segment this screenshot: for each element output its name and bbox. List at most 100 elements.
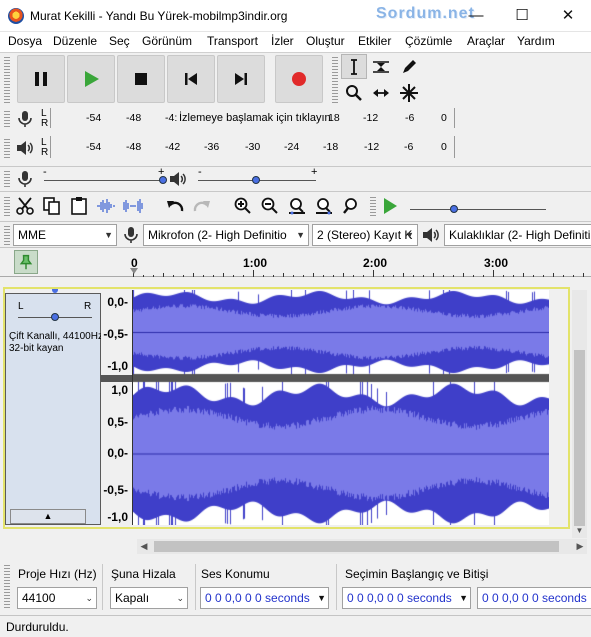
pan-knob[interactable]	[51, 313, 59, 321]
mixer-grip[interactable]	[4, 170, 10, 188]
collapse-track-button[interactable]: ▲	[10, 509, 86, 524]
fit-project-button[interactable]	[312, 194, 336, 218]
menu-gorunum[interactable]: Görünüm	[142, 34, 192, 48]
copy-button[interactable]	[40, 194, 64, 218]
speaker-icon[interactable]	[15, 138, 35, 158]
multi-tool-button[interactable]	[396, 80, 422, 105]
vertical-scrollbar[interactable]: ▼	[572, 290, 587, 538]
menu-etkiler[interactable]: Etkiler	[358, 34, 391, 48]
draw-tool-button[interactable]	[396, 54, 422, 79]
record-meter-grip[interactable]	[4, 110, 10, 128]
edit-toolbar-grip[interactable]	[4, 196, 10, 216]
vertical-scroll-thumb[interactable]	[574, 350, 585, 526]
chevron-down-icon[interactable]: ▼	[317, 588, 326, 608]
record-volume-knob[interactable]	[159, 176, 167, 184]
maximize-button[interactable]: ☐	[499, 0, 545, 31]
menu-yardim[interactable]: Yardım	[517, 34, 555, 48]
cut-button[interactable]	[13, 194, 37, 218]
menu-olustur[interactable]: Oluştur	[306, 34, 345, 48]
selection-start-value: 0 0 0,0 0 0 seconds	[347, 591, 452, 605]
device-toolbar-grip[interactable]	[4, 225, 10, 245]
vertical-amplitude-ruler[interactable]: 0,0- -0,5- -1,0 1,0 0,5- 0,0- -0,5- -1,0	[101, 290, 133, 525]
selection-toolbar-grip[interactable]	[4, 564, 10, 610]
selection-end-field[interactable]: 0 0 0,0 0 0 seconds	[477, 587, 591, 609]
play-speed-slider[interactable]	[410, 205, 546, 213]
audio-position-field[interactable]: 0 0 0,0 0 0 seconds ▼	[200, 587, 329, 609]
play-meter-grip[interactable]	[4, 138, 10, 158]
zoom-in-icon	[234, 197, 251, 214]
skip-to-end-button[interactable]	[217, 55, 265, 103]
pause-button[interactable]	[17, 55, 65, 103]
skip-to-start-button[interactable]	[167, 55, 215, 103]
envelope-tool-button[interactable]	[368, 54, 394, 79]
recording-device-select[interactable]: Mikrofon (2- High Definitio ▼	[143, 224, 309, 246]
waveform-canvas[interactable]	[133, 290, 549, 525]
menu-sec[interactable]: Seç	[109, 34, 130, 48]
play-volume-slider[interactable]	[198, 176, 316, 184]
status-bar: Durduruldu.	[0, 615, 591, 637]
horizontal-scrollbar[interactable]: ◀ ▶	[137, 539, 587, 554]
silence-button[interactable]	[121, 194, 145, 218]
waveform-area[interactable]	[133, 290, 549, 525]
zoom-out-button[interactable]	[258, 194, 282, 218]
selection-tool-button[interactable]	[341, 54, 367, 79]
selection-start-field[interactable]: 0 0 0,0 0 0 seconds ▼	[342, 587, 471, 609]
redo-button[interactable]	[190, 194, 214, 218]
record-button[interactable]	[275, 55, 323, 103]
pin-playhead-button[interactable]	[14, 250, 38, 274]
pan-slider[interactable]	[18, 313, 92, 321]
microphone-icon[interactable]	[15, 109, 35, 129]
play-at-speed-grip[interactable]	[370, 196, 376, 216]
horizontal-scroll-thumb[interactable]	[154, 541, 559, 552]
gain-knob[interactable]	[52, 289, 58, 293]
scroll-down-icon[interactable]: ▼	[572, 526, 587, 538]
record-volume-slider[interactable]	[44, 176, 167, 184]
undo-button[interactable]	[163, 194, 187, 218]
stop-button[interactable]	[117, 55, 165, 103]
project-rate-select[interactable]: 44100 ⌄	[17, 587, 97, 609]
track-info: Çift Kanallı, 44100Hz 32-bit kayan	[9, 331, 103, 355]
zoom-toggle-button[interactable]	[339, 194, 363, 218]
play-meter[interactable]: -54 -48 -42 -36 -30 -24 -18 -12 -6 0	[50, 136, 455, 158]
play-at-speed-button[interactable]	[378, 194, 402, 218]
paste-button[interactable]	[67, 194, 91, 218]
ruler-label: 1,0	[111, 383, 128, 397]
transport-toolbar-grip[interactable]	[4, 56, 10, 104]
zoom-tool-button[interactable]	[341, 80, 367, 105]
play-meter-tick: -6	[404, 141, 414, 153]
record-meter-tick: 18	[328, 112, 340, 124]
tools-toolbar-grip[interactable]	[332, 56, 338, 104]
scroll-right-icon[interactable]: ▶	[573, 539, 587, 554]
scroll-left-icon[interactable]: ◀	[137, 539, 151, 554]
ruler-label: 0,0-	[107, 295, 128, 309]
timeline-ruler[interactable]: 0 1:00 2:00 3:00	[0, 247, 591, 278]
menu-izler[interactable]: İzler	[271, 34, 294, 48]
menu-transport[interactable]: Transport	[207, 34, 258, 48]
minimize-button[interactable]: —	[453, 0, 499, 31]
menu-cozumle[interactable]: Çözümle	[405, 34, 452, 48]
record-meter[interactable]: -54 -48 -4: İzlemeye başlamak için tıkla…	[50, 108, 455, 128]
play-volume-knob[interactable]	[252, 176, 260, 184]
fit-selection-button[interactable]	[285, 194, 309, 218]
chevron-down-icon: ⌄	[176, 593, 184, 603]
record-meter-tick: -6	[405, 112, 415, 124]
track-control-panel[interactable]: L R Çift Kanallı, 44100Hz 32-bit kayan ▲	[5, 289, 103, 525]
recording-channels-select[interactable]: 2 (Stereo) Kayıt K ▼	[312, 224, 418, 246]
selection-tool-icon	[351, 58, 357, 75]
playback-device-select[interactable]: Kulaklıklar (2- High Definiti	[444, 224, 591, 246]
play-speed-knob[interactable]	[449, 205, 458, 213]
chevron-down-icon[interactable]: ▼	[459, 588, 468, 608]
paste-icon	[71, 197, 87, 215]
zoom-in-button[interactable]	[231, 194, 255, 218]
close-button[interactable]: ✕	[545, 0, 591, 31]
gain-slider-remnant[interactable]	[6, 289, 100, 295]
snap-to-select[interactable]: Kapalı ⌄	[110, 587, 188, 609]
menu-araclar[interactable]: Araçlar	[467, 34, 505, 48]
trim-button[interactable]	[94, 194, 118, 218]
project-rate-label: Proje Hızı (Hz)	[18, 567, 97, 581]
timeshift-tool-button[interactable]	[368, 80, 394, 105]
menu-dosya[interactable]: Dosya	[8, 34, 42, 48]
play-button[interactable]	[67, 55, 115, 103]
menu-duzenle[interactable]: Düzenle	[53, 34, 97, 48]
audio-host-select[interactable]: MME ▼	[13, 224, 117, 246]
